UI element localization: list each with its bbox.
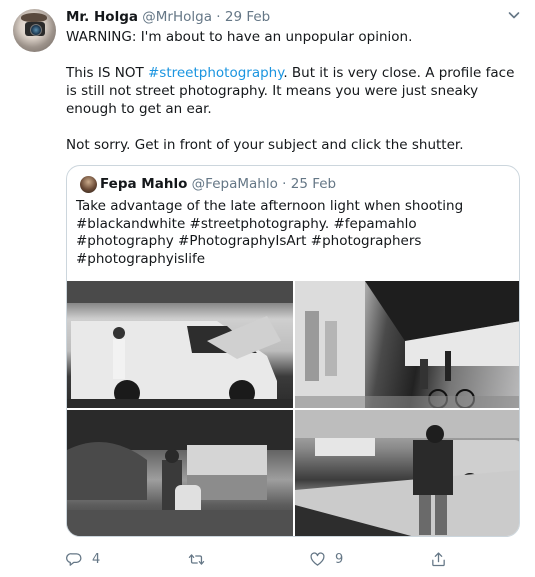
tweet-date[interactable]: 29 Feb bbox=[225, 9, 270, 25]
tweet-line-3: Not sorry. Get in front of your subject … bbox=[66, 137, 464, 153]
reply-icon bbox=[66, 552, 82, 566]
share-button[interactable] bbox=[430, 548, 447, 570]
tweet[interactable]: Mr. Holga @MrHolga · 29 Feb WARNING: I'm… bbox=[0, 0, 535, 577]
tweet-text: WARNING: I'm about to have an unpopular … bbox=[66, 28, 521, 154]
reply-button[interactable]: 4 bbox=[66, 548, 100, 570]
quote-author-avatar bbox=[80, 176, 97, 193]
quote-date: 25 Feb bbox=[290, 176, 337, 192]
photo-man-street[interactable] bbox=[295, 410, 519, 536]
photo-man-with-drum[interactable] bbox=[67, 410, 293, 536]
share-icon bbox=[432, 551, 445, 566]
tweet-actions: 4 9 bbox=[66, 548, 521, 570]
photo-van-mechanic[interactable] bbox=[67, 281, 293, 408]
retweet-button[interactable] bbox=[188, 548, 205, 570]
author-avatar[interactable] bbox=[13, 9, 56, 52]
like-button[interactable]: 9 bbox=[309, 548, 343, 570]
quote-header: Fepa Mahlo @FepaMahlo · 25 Feb bbox=[100, 175, 336, 193]
like-icon bbox=[310, 551, 325, 566]
author-name[interactable]: Mr. Holga bbox=[66, 9, 138, 25]
quote-author-handle: @FepaMahlo bbox=[191, 176, 278, 192]
avatar-hair bbox=[21, 13, 47, 22]
author-handle[interactable]: @MrHolga bbox=[142, 9, 212, 25]
hashtag-link[interactable]: #streetphotography bbox=[148, 65, 283, 81]
photo-storefront-cyclist[interactable] bbox=[295, 281, 519, 408]
quote-text: Take advantage of the late afternoon lig… bbox=[76, 198, 464, 267]
tweet-line-1: WARNING: I'm about to have an unpopular … bbox=[66, 29, 413, 45]
header-separator: · bbox=[216, 9, 221, 25]
tweet-line-2-pre: This IS NOT bbox=[66, 65, 148, 81]
retweet-icon bbox=[188, 553, 205, 565]
tweet-header: Mr. Holga @MrHolga · 29 Feb bbox=[66, 8, 270, 26]
photo-grid bbox=[67, 281, 519, 536]
quote-author-name: Fepa Mahlo bbox=[100, 176, 188, 192]
like-count: 9 bbox=[335, 551, 344, 567]
quote-separator: · bbox=[282, 176, 287, 192]
caret-down-icon[interactable] bbox=[507, 8, 521, 22]
reply-count: 4 bbox=[92, 551, 101, 567]
quoted-tweet[interactable]: Fepa Mahlo @FepaMahlo · 25 Feb Take adva… bbox=[66, 165, 520, 537]
avatar-lens bbox=[30, 24, 42, 36]
